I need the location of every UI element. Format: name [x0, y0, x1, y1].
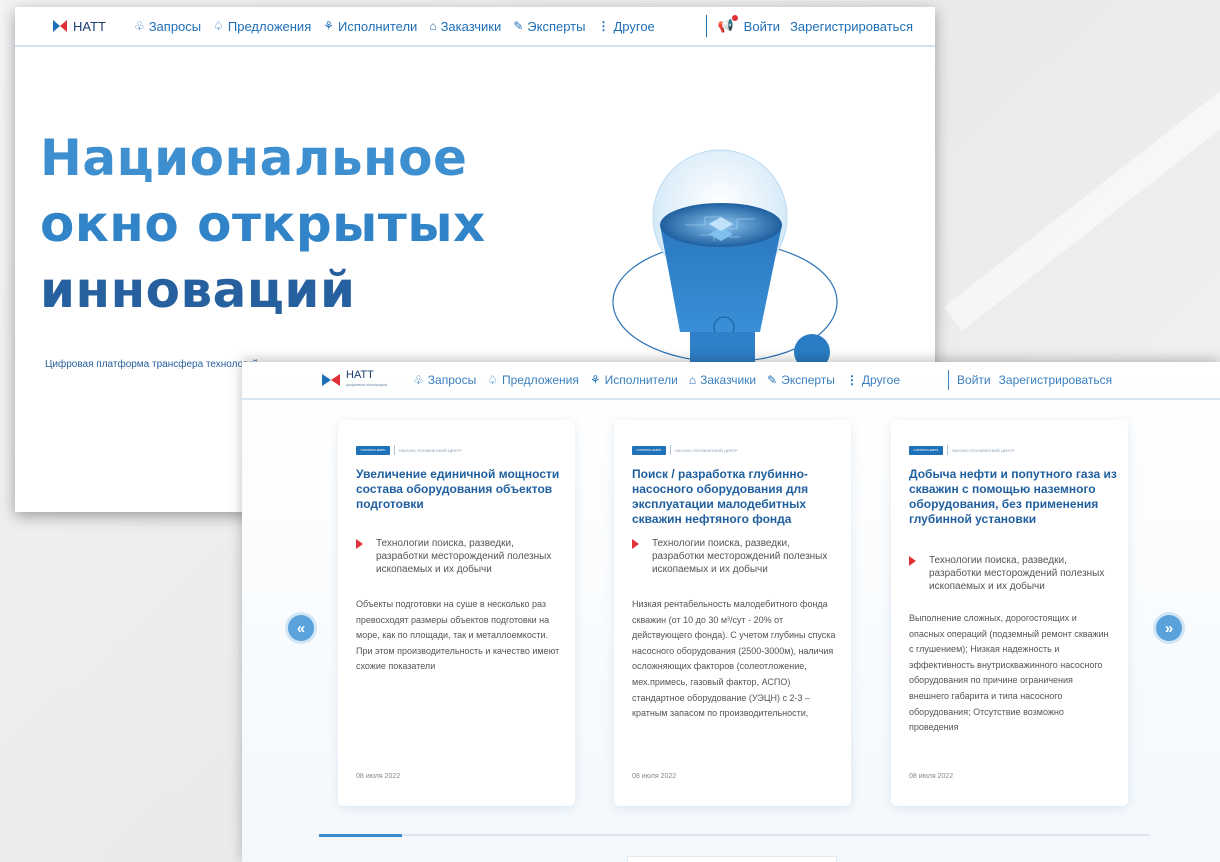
more-dots-icon: ⋮	[597, 19, 610, 33]
auth-area: 📢 Войти Зарегистрироваться	[706, 15, 913, 37]
expert-icon: ✎	[767, 373, 778, 387]
divider	[706, 15, 708, 37]
more-dots-icon: ⋮	[845, 373, 858, 387]
handshake-icon: ♤	[213, 19, 224, 33]
nav-offers[interactable]: ♤ Предложения	[213, 19, 311, 34]
card-date: 08 июля 2022	[632, 773, 677, 780]
requests-screen: НАТТ цифровая платформа ♧ Запросы ♤ Предло…	[242, 362, 1220, 862]
divider	[948, 370, 950, 390]
org-logo: ГАЗПРОМ НЕФТЬ НАУЧНО-ТЕХНИЧЕСКИЙ ЦЕНТР	[356, 445, 462, 455]
expert-icon: ✎	[513, 19, 524, 33]
lightbulb-illustration	[612, 149, 848, 370]
bank-icon: ⌂	[688, 373, 697, 387]
handshake-icon: ♤	[487, 373, 498, 387]
card-description: Выполнение сложных, дорогостоящих и опас…	[909, 613, 1109, 733]
hero-title-line-1: Национальное	[40, 129, 468, 187]
brand-name: НАТТ	[73, 18, 106, 34]
nav-offers[interactable]: ♤ Предложения	[487, 373, 579, 387]
megaphone-icon[interactable]: 📢	[717, 15, 738, 34]
carousel-next-button[interactable]: »	[1156, 615, 1182, 641]
hands-icon: ♧	[413, 373, 424, 387]
nav-other[interactable]: ⋮ Другое	[597, 19, 654, 34]
natt-logo-icon	[53, 20, 67, 32]
triangle-bullet-icon	[909, 556, 916, 566]
hero-title-line-2: окно открытых	[40, 195, 486, 253]
card-date: 08 июля 2022	[909, 773, 954, 780]
org-logo: ГАЗПРОМ НЕФТЬ НАУЧНО-ТЕХНИЧЕСКИЙ ЦЕНТР	[909, 445, 1015, 455]
auth-area-2: Войти Зарегистрироваться	[948, 370, 1112, 390]
people-icon: ⚘	[589, 373, 601, 387]
nav-requests[interactable]: ♧ Запросы	[413, 373, 476, 387]
bottom-panel	[627, 856, 837, 862]
triangle-bullet-icon	[632, 539, 639, 549]
card-description: Объекты подготовки на суше в несколько р…	[356, 599, 560, 672]
main-menu-2: ♧ Запросы ♤ Предложения ⚘ Исполнители ⌂ Зака…	[413, 373, 900, 387]
nav-executors[interactable]: ⚘ Исполнители	[590, 373, 678, 387]
org-logo: ГАЗПРОМ НЕФТЬ НАУЧНО-ТЕХНИЧЕСКИЙ ЦЕНТР	[632, 445, 738, 455]
login-link[interactable]: Войти	[957, 373, 991, 387]
nav-customers[interactable]: ⌂ Заказчики	[689, 373, 756, 387]
main-menu: ♧ Запросы ♤ Предложения ⚘ Исполнители ⌂ Зака…	[134, 19, 655, 34]
nav-customers[interactable]: ⌂ Заказчики	[429, 19, 501, 34]
nav-executors[interactable]: ⚘ Исполнители	[323, 19, 417, 34]
hands-icon: ♧	[133, 19, 145, 33]
request-card[interactable]: ГАЗПРОМ НЕФТЬ НАУЧНО-ТЕХНИЧЕСКИЙ ЦЕНТР П…	[614, 420, 851, 806]
request-card[interactable]: ГАЗПРОМ НЕФТЬ НАУЧНО-ТЕХНИЧЕСКИЙ ЦЕНТР Д…	[891, 420, 1128, 806]
people-icon: ⚘	[323, 19, 334, 33]
register-link[interactable]: Зарегистрироваться	[790, 19, 913, 34]
nav-experts[interactable]: ✎ Эксперты	[513, 19, 585, 34]
carousel-progress-track[interactable]	[319, 834, 1149, 837]
login-link[interactable]: Войти	[744, 19, 780, 34]
request-card[interactable]: ГАЗПРОМ НЕФТЬ НАУЧНО-ТЕХНИЧЕСКИЙ ЦЕНТР У…	[338, 420, 575, 806]
carousel-prev-button[interactable]: «	[288, 615, 314, 641]
nav-other[interactable]: ⋮ Другое	[846, 373, 900, 387]
card-category: Технологии поиска, разведки, разработки …	[356, 537, 561, 576]
nav-experts[interactable]: ✎ Эксперты	[767, 373, 835, 387]
card-description: Низкая рентабельность малодебитного фонд…	[632, 599, 836, 719]
bank-icon: ⌂	[429, 19, 437, 33]
brand-name-2: НАТТ	[346, 369, 374, 381]
card-category: Технологии поиска, разведки, разработки …	[909, 554, 1114, 593]
brand-tagline: цифровая платформа	[346, 382, 388, 387]
hero-title: Национальное окно открытых инноваций	[40, 125, 486, 323]
top-navbar: НАТТ ♧ Запросы ♤ Предложения ⚘ Исполнители …	[15, 7, 935, 47]
card-title[interactable]: Добыча нефти и попутного газа из скважин…	[909, 467, 1119, 527]
nav-requests[interactable]: ♧ Запросы	[134, 19, 201, 34]
notification-dot	[731, 15, 738, 21]
card-category: Технологии поиска, разведки, разработки …	[632, 537, 837, 576]
register-link[interactable]: Зарегистрироваться	[999, 373, 1112, 387]
card-title[interactable]: Увеличение единичной мощности состава об…	[356, 467, 566, 512]
hero-title-line-3: инноваций	[40, 261, 356, 319]
natt-logo-icon	[322, 371, 340, 389]
card-title[interactable]: Поиск / разработка глубинно-насосного об…	[632, 467, 842, 527]
top-navbar-2: НАТТ цифровая платформа ♧ Запросы ♤ Предло…	[242, 362, 1220, 400]
hero-subtitle: Цифровая платформа трансфера технологий	[45, 359, 258, 370]
carousel-progress-fill	[319, 834, 402, 837]
brand-logo-2[interactable]: НАТТ цифровая платформа	[322, 369, 388, 389]
brand-logo[interactable]: НАТТ	[53, 19, 106, 34]
card-date: 08 июля 2022	[356, 773, 401, 780]
triangle-bullet-icon	[356, 539, 363, 549]
